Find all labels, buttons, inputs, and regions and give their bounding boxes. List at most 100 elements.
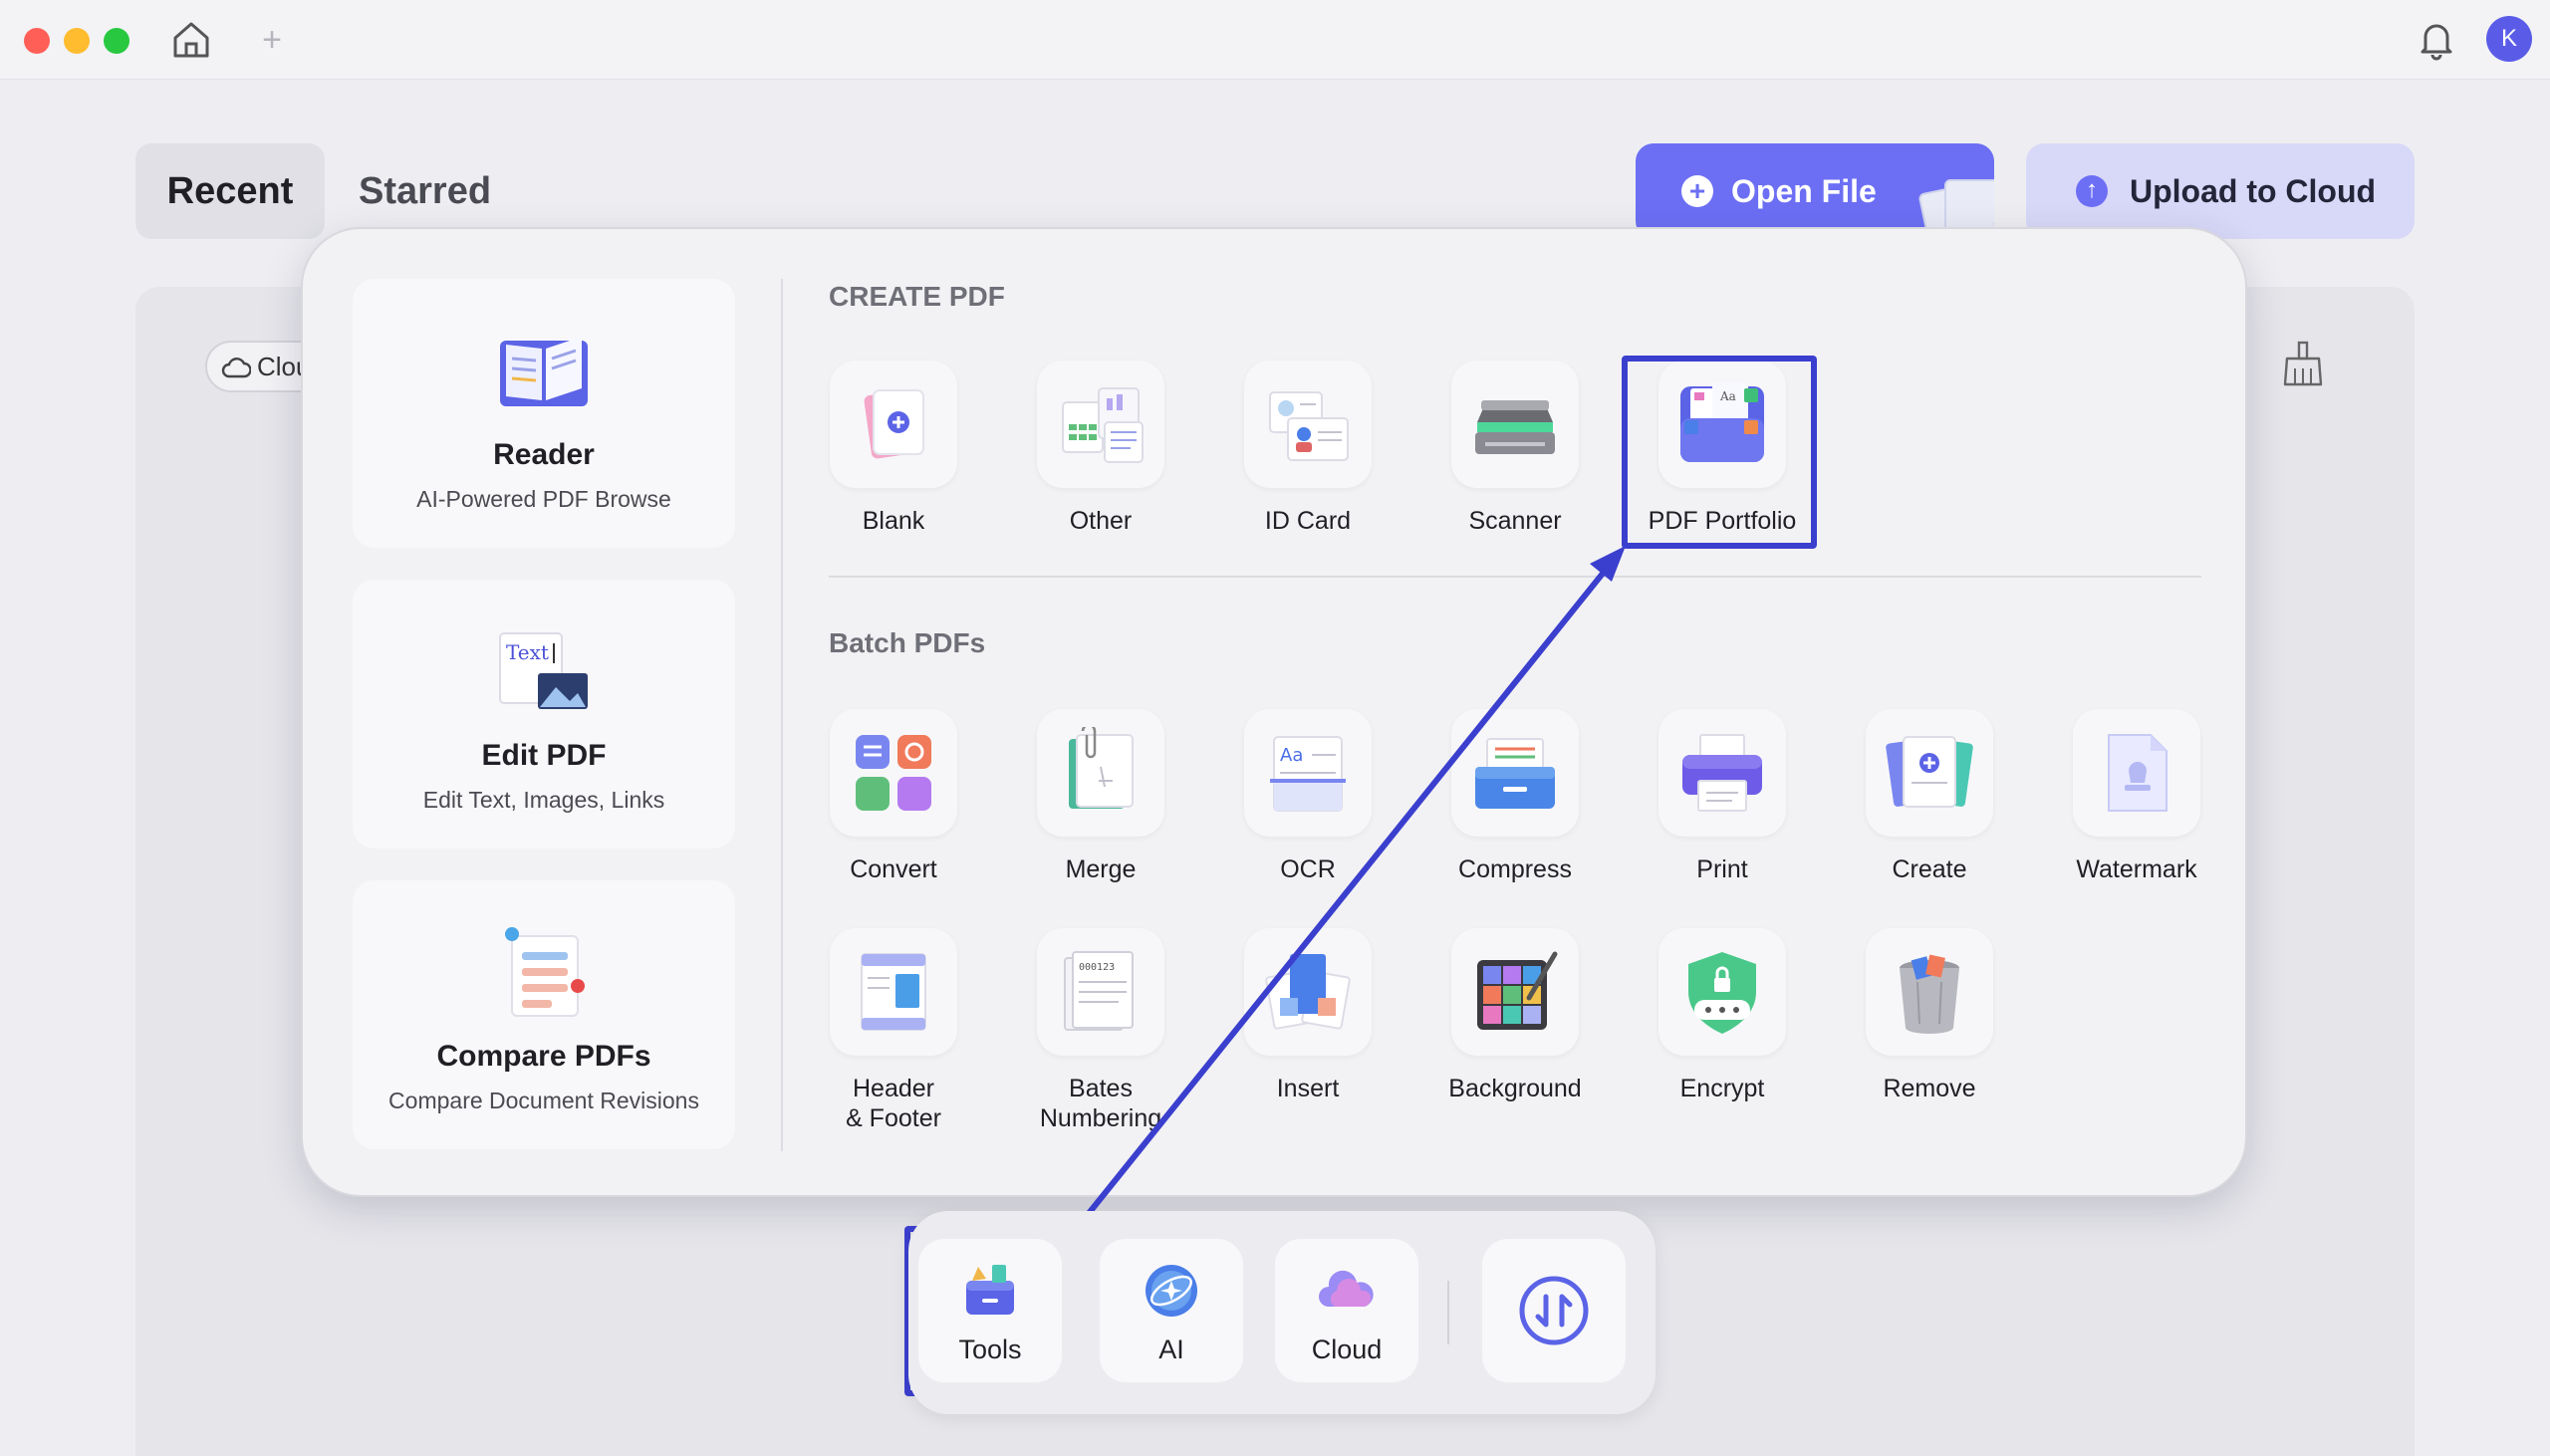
cloud-icon [1319, 1270, 1374, 1307]
tools-popup: Reader AI-Powered PDF Browse Text Edit P… [301, 227, 2247, 1197]
batch-background-tool[interactable]: Background [1440, 928, 1590, 1103]
batch-ocr-tool[interactable]: Aa OCR [1233, 709, 1383, 884]
compare-pdfs-subtitle: Compare Document Revisions [388, 1088, 699, 1113]
bottom-dock: Tools AI Cloud [908, 1211, 1656, 1414]
batch-print-tool[interactable]: Print [1648, 709, 1797, 884]
dock-ai-button[interactable]: AI [1100, 1239, 1243, 1382]
create-blank-tool[interactable]: Blank [819, 361, 968, 536]
header-footer-label: Header & Footer [846, 1075, 941, 1132]
dock-tools-label: Tools [958, 1335, 1022, 1364]
reader-card[interactable]: Reader AI-Powered PDF Browse [353, 279, 735, 548]
bates-numbering-label: Bates Numbering [1039, 1075, 1162, 1132]
id-card-label: ID Card [1264, 507, 1352, 535]
blank-label: Blank [862, 507, 925, 535]
batch-merge-tool[interactable]: Merge [1026, 709, 1175, 884]
id-card-icon [1269, 391, 1349, 461]
print-label: Print [1696, 855, 1748, 883]
dock-separator [1447, 1281, 1449, 1344]
scanner-icon [1475, 400, 1555, 454]
other-label: Other [1069, 507, 1133, 535]
encrypt-label: Encrypt [1679, 1075, 1765, 1102]
convert-label: Convert [850, 855, 937, 883]
svg-text:Aa: Aa [1280, 745, 1303, 766]
watermark-label: Watermark [2076, 855, 2197, 883]
cloud-icon [221, 358, 251, 378]
insert-icon [1265, 954, 1351, 1030]
create-label: Create [1892, 855, 1967, 883]
dock-ai-label: AI [1158, 1335, 1184, 1364]
convert-icon [856, 735, 931, 811]
book-icon [500, 337, 588, 406]
compare-pdfs-card[interactable]: Compare PDFs Compare Document Revisions [353, 880, 735, 1149]
create-icon [1886, 736, 1973, 808]
create-scanner-tool[interactable]: Scanner [1440, 361, 1590, 536]
plus-icon: + [1681, 175, 1713, 207]
create-id-card-tool[interactable]: ID Card [1233, 361, 1383, 536]
upload-label: Upload to Cloud [2130, 173, 2377, 209]
avatar[interactable]: K [2486, 16, 2532, 62]
print-icon [1682, 734, 1762, 812]
create-other-tool[interactable]: Other [1026, 361, 1175, 536]
tab-starred[interactable]: Starred [359, 143, 491, 239]
merge-label: Merge [1065, 855, 1137, 883]
open-file-button[interactable]: + Open File [1636, 143, 1994, 239]
batch-watermark-tool[interactable]: Watermark [2062, 709, 2211, 884]
header-footer-icon [861, 953, 926, 1031]
dock-sort-button[interactable] [1482, 1239, 1626, 1382]
remove-label: Remove [1883, 1075, 1976, 1102]
svg-text:Text: Text [506, 640, 549, 664]
batch-remove-tool[interactable]: Remove [1855, 928, 2004, 1103]
batch-encrypt-tool[interactable]: Encrypt [1648, 928, 1797, 1103]
batch-create-tool[interactable]: Create [1855, 709, 2004, 884]
section-divider [829, 576, 2201, 578]
remove-icon [1900, 954, 1959, 1034]
pdf-portfolio-highlight [1622, 356, 1817, 549]
ai-icon [1146, 1265, 1197, 1317]
batch-convert-tool[interactable]: Convert [819, 709, 968, 884]
tools-icon [966, 1265, 1014, 1315]
create-pdf-heading: CREATE PDF [829, 281, 1005, 312]
minimize-window-button[interactable] [64, 28, 90, 54]
edit-pdf-card[interactable]: Text Edit PDF Edit Text, Images, Links [353, 580, 735, 849]
batch-insert-tool[interactable]: Insert [1233, 928, 1383, 1103]
clean-icon[interactable] [2281, 339, 2325, 388]
edit-pdf-title: Edit PDF [481, 739, 607, 772]
tab-recent[interactable]: Recent [135, 143, 325, 239]
blank-icon [864, 389, 924, 459]
batch-bates-numbering-tool[interactable]: 000123 Bates Numbering [1026, 928, 1175, 1133]
bell-icon[interactable] [2415, 18, 2458, 62]
close-window-button[interactable] [24, 28, 50, 54]
zoom-window-button[interactable] [104, 28, 129, 54]
home-icon[interactable] [169, 18, 213, 62]
upload-arrow-icon: ↑ [2076, 175, 2108, 207]
batch-header-footer-tool[interactable]: Header & Footer [819, 928, 968, 1133]
svg-text:000123: 000123 [1079, 962, 1115, 973]
dock-cloud-label: Cloud [1311, 1335, 1383, 1364]
compress-icon [1475, 738, 1555, 809]
background-icon [1477, 951, 1558, 1030]
edit-pdf-subtitle: Edit Text, Images, Links [422, 787, 665, 813]
batch-compress-tool[interactable]: Compress [1440, 709, 1590, 884]
watermark-icon [2108, 734, 2168, 812]
compress-label: Compress [1458, 855, 1572, 883]
upload-to-cloud-button[interactable]: ↑ Upload to Cloud [2026, 143, 2415, 239]
other-icon [1062, 387, 1144, 463]
vertical-divider [781, 279, 783, 1151]
ocr-icon: Aa [1270, 736, 1346, 812]
dock-cloud-button[interactable]: Cloud [1275, 1239, 1418, 1382]
reader-subtitle: AI-Powered PDF Browse [416, 486, 671, 512]
open-file-label: Open File [1731, 173, 1877, 209]
compare-icon [505, 927, 585, 1017]
bates-icon: 000123 [1064, 951, 1134, 1031]
insert-label: Insert [1276, 1075, 1340, 1102]
new-tab-button[interactable]: + [257, 18, 287, 62]
edit-text-icon: Text [499, 632, 588, 709]
compare-pdfs-title: Compare PDFs [436, 1040, 651, 1073]
reader-title: Reader [493, 438, 595, 471]
batch-pdfs-heading: Batch PDFs [829, 627, 986, 658]
dock-tools-button[interactable]: Tools [918, 1239, 1062, 1382]
merge-icon [1069, 727, 1134, 809]
scanner-label: Scanner [1468, 507, 1562, 535]
ocr-label: OCR [1280, 855, 1336, 883]
background-label: Background [1448, 1075, 1582, 1102]
